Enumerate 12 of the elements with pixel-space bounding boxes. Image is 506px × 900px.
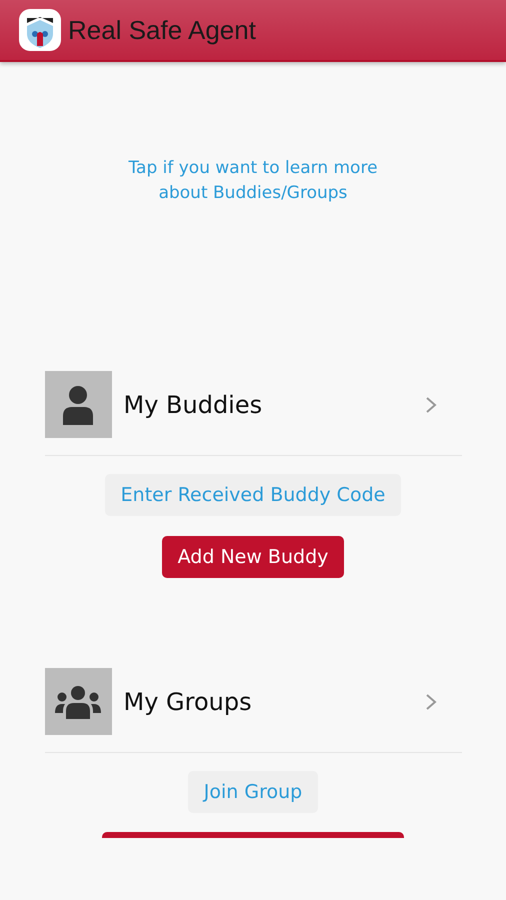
section-title: My Buddies: [124, 390, 264, 418]
group-icon: [54, 684, 102, 718]
section-row[interactable]: My Groups: [44, 668, 462, 753]
chevron-right-icon: [424, 396, 438, 414]
person-icon: [61, 384, 95, 424]
section-title: My Groups: [124, 688, 253, 716]
primary-button[interactable]: Add New Buddy: [162, 536, 344, 578]
chevron-right-icon: [424, 692, 438, 710]
primary-button[interactable]: [102, 832, 404, 838]
app-logo-icon: [18, 8, 62, 52]
app-title: Real Safe Agent: [68, 14, 256, 46]
section-row[interactable]: My Buddies: [44, 371, 462, 456]
